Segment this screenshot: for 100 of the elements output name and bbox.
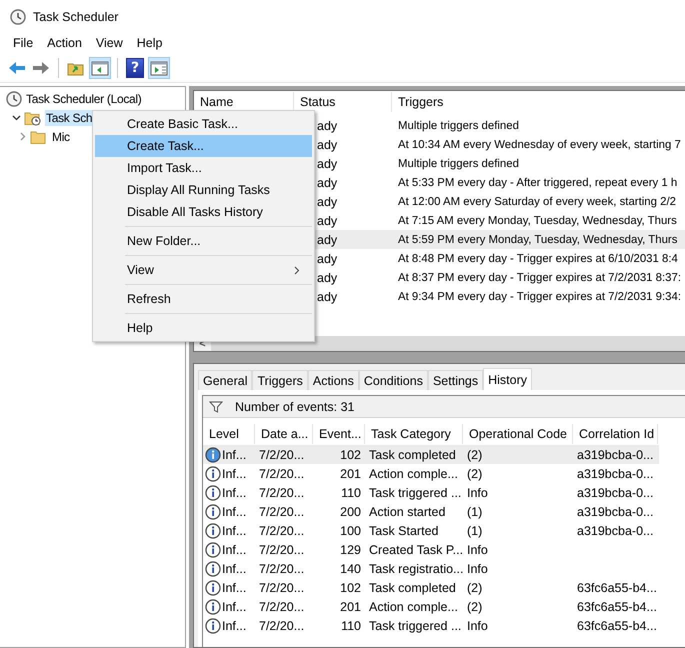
clock-icon [6, 90, 22, 106]
info-icon [205, 484, 221, 500]
menu-item[interactable]: Import Task... [95, 157, 312, 179]
column-header[interactable]: Correlation Id [573, 424, 658, 444]
level-cell: Inf... [221, 504, 246, 518]
status-cell-text: ady [316, 214, 338, 228]
column-header[interactable]: Operational Code [463, 424, 573, 444]
status-cell-text: ady [316, 138, 338, 152]
tree-item[interactable]: Task Scheduler (Local) [25, 90, 142, 106]
menu-item[interactable]: View [88, 33, 130, 54]
menu-item[interactable]: Disable All Tasks History [95, 201, 312, 223]
date-cell-text: 7/2/20... [258, 486, 306, 500]
event-id-cell-text: 201 [339, 466, 362, 480]
level-cell: Inf... [221, 618, 246, 632]
correlation-cell-text: a319bcba-0... [576, 448, 654, 462]
info-icon [205, 598, 221, 614]
column-header[interactable]: Event... [313, 424, 365, 444]
event-id-cell-text: 100 [339, 524, 362, 538]
info-icon [205, 618, 221, 634]
correlation-cell-text: 63fc6a55-b4... [576, 618, 658, 632]
menu-item[interactable]: Action [40, 33, 89, 54]
date-cell-text: 7/2/20... [258, 600, 306, 614]
correlation-cell-text: a319bcba-0... [576, 524, 654, 538]
category-cell-text: Task triggered ... [368, 618, 462, 632]
triggers-cell: At 5:33 PM every day - After triggered, repeat every 1 h [398, 176, 678, 188]
tab[interactable]: Conditions [358, 370, 428, 390]
date-cell-text: 7/2/20... [258, 448, 306, 462]
opcode-cell-text: Info [466, 562, 489, 576]
date-cell-text: 7/2/20... [258, 618, 306, 632]
category-cell-text: Created Task P... [368, 542, 463, 556]
correlation-cell-text: a319bcba-0... [576, 504, 654, 518]
event-row[interactable]: Inf... 7/2/20... 110 Task triggered ... Info a319bcba-0... [203, 483, 659, 502]
level-cell: Inf... [221, 562, 246, 576]
event-row[interactable]: Inf... 7/2/20... 200 Action started (1) a319bcba-0... [203, 502, 659, 521]
event-row[interactable]: Inf... 7/2/20... 201 Action comple... (2) 63fc6a55-b4... [203, 597, 659, 616]
menu-item[interactable]: File [6, 33, 40, 54]
date-cell-text: 7/2/20... [258, 562, 306, 576]
category-cell-text: Task triggered ... [368, 486, 462, 500]
column-header[interactable]: Task Category [365, 424, 463, 444]
status-cell-text: ady [316, 270, 338, 284]
tab[interactable]: History [483, 368, 532, 390]
triggers-cell: Multiple triggers defined [398, 158, 519, 170]
correlation-cell-text: a319bcba-0... [576, 466, 654, 480]
menu-item[interactable]: Create Basic Task... [95, 113, 312, 135]
column-header[interactable]: Triggers [392, 92, 685, 112]
category-cell-text: Action comple... [368, 466, 459, 480]
info-icon [205, 560, 221, 576]
opcode-cell-text: Info [466, 542, 489, 556]
triggers-cell: At 8:37 PM every day - Trigger expires at 7/2/2031 8:37: [398, 272, 682, 284]
correlation-cell-text: a319bcba-0... [576, 486, 654, 500]
tree-item[interactable]: Mic [51, 128, 71, 144]
menu-item[interactable]: Display All Running Tasks [95, 179, 312, 201]
status-cell-text: ady [316, 194, 338, 208]
opcode-cell-text: (2) [466, 580, 484, 594]
level-cell: Inf... [221, 486, 246, 500]
tab[interactable]: Settings [428, 370, 484, 390]
opcode-cell-text: (2) [466, 448, 484, 462]
event-id-cell-text: 110 [340, 486, 362, 500]
info-icon [205, 504, 221, 520]
tab[interactable]: General [198, 370, 252, 390]
triggers-cell: At 7:15 AM every Monday, Tuesday, Wednesday, Thurs [398, 214, 677, 226]
category-cell-text: Task Started [368, 524, 440, 538]
level-cell: Inf... [221, 466, 246, 480]
info-icon [205, 522, 221, 538]
event-row[interactable]: Inf... 7/2/20... 102 Task completed (2) 63fc6a55-b4... [203, 578, 659, 597]
info-icon [205, 466, 221, 482]
triggers-cell: At 5:59 PM every Monday, Tuesday, Wednesday, Thurs [398, 234, 678, 246]
event-row[interactable]: Inf... 7/2/20... 129 Created Task P... Info [203, 540, 659, 559]
menu-item[interactable]: Create Task... [95, 135, 312, 157]
category-cell-text: Task completed [368, 580, 457, 594]
tab[interactable]: Actions [308, 370, 359, 390]
category-cell-text: Action comple... [368, 600, 459, 614]
column-header[interactable]: Level [203, 424, 255, 444]
info-icon [205, 580, 221, 596]
event-id-cell-text: 102 [339, 580, 362, 594]
opcode-cell-text: Info [466, 486, 489, 500]
tab[interactable]: Triggers [252, 370, 308, 390]
console-tree-button[interactable] [89, 57, 111, 79]
event-row[interactable]: Inf... 7/2/20... 201 Action comple... (2) a319bcba-0... [203, 464, 659, 483]
event-row[interactable]: Inf... 7/2/20... 140 Task registratio... Info [203, 559, 659, 578]
event-row[interactable]: Inf... 7/2/20... 102 Task completed (2) a319bcba-0... [203, 445, 659, 464]
opcode-cell-text: (2) [466, 466, 484, 480]
status-cell-text: ady [316, 156, 338, 170]
triggers-cell: Multiple triggers defined [398, 120, 519, 132]
action-pane-button[interactable] [148, 57, 170, 79]
status-cell-text: ady [316, 232, 338, 246]
help-button[interactable]: ? [126, 58, 144, 78]
menu-item[interactable]: Help [130, 33, 170, 54]
event-count: Number of events: 31 [235, 400, 355, 414]
event-id-cell-text: 110 [340, 618, 362, 632]
event-row[interactable]: Inf... 7/2/20... 100 Task Started (1) a319bcba-0... [203, 521, 659, 540]
filter-icon [209, 400, 223, 412]
triggers-cell: At 8:48 PM every day - Trigger expires at 6/10/2031 8:4 [398, 252, 678, 264]
level-cell: Inf... [221, 448, 246, 462]
column-header[interactable]: Date a... [255, 424, 313, 444]
opcode-cell-text: Info [466, 618, 489, 632]
info-icon [205, 542, 221, 558]
tree-item[interactable]: Task Sch [45, 110, 94, 126]
event-row[interactable]: Inf... 7/2/20... 110 Task triggered ... Info 63fc6a55-b4... [203, 616, 659, 635]
window-title: Task Scheduler [33, 10, 118, 24]
